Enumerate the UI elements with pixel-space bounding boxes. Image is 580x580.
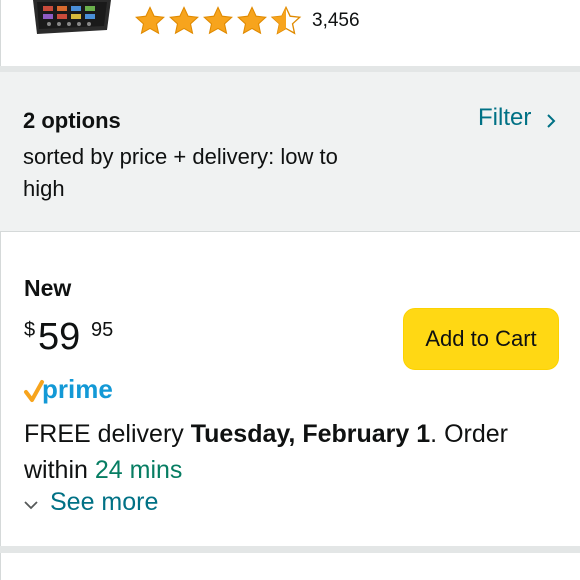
star-rating[interactable] bbox=[134, 5, 304, 37]
prime-label: prime bbox=[42, 374, 113, 404]
offer-condition: New bbox=[24, 275, 72, 301]
delivery-message: FREE delivery Tuesday, February 1. Order… bbox=[24, 416, 554, 488]
price-fraction: 95 bbox=[91, 319, 114, 341]
delivery-date: Tuesday, February 1 bbox=[190, 420, 431, 448]
star-full-icon bbox=[237, 6, 267, 35]
filter-link[interactable]: Filter bbox=[478, 104, 531, 132]
product-header: 3,456 bbox=[0, 0, 580, 66]
chevron-right-icon[interactable] bbox=[545, 112, 557, 135]
offer-listing-page: 3,456 2 options sorted by price + delive… bbox=[0, 0, 580, 580]
see-more-label[interactable]: See more bbox=[50, 488, 158, 517]
delivery-prefix: FREE delivery bbox=[24, 420, 191, 448]
options-count: 2 options bbox=[23, 108, 121, 133]
next-section bbox=[0, 553, 580, 580]
delivery-countdown: 24 mins bbox=[94, 456, 183, 484]
star-full-icon bbox=[135, 6, 165, 35]
sort-description: sorted by price + delivery: low to high bbox=[23, 144, 338, 201]
options-panel: 2 options sorted by price + delivery: lo… bbox=[0, 72, 580, 232]
add-to-cart-button[interactable]: Add to Cart bbox=[403, 308, 559, 370]
star-full-icon bbox=[169, 6, 199, 35]
rating-count[interactable]: 3,456 bbox=[312, 10, 360, 32]
offer-card: New $ 59 95 Add to Cart prime FREE deliv… bbox=[0, 232, 580, 546]
chevron-down-icon bbox=[23, 498, 39, 516]
star-full-icon bbox=[203, 6, 233, 35]
product-thumbnail[interactable] bbox=[27, 0, 117, 34]
price-whole: 59 bbox=[38, 316, 81, 358]
star-half-icon bbox=[270, 5, 302, 35]
section-divider bbox=[0, 546, 580, 553]
price-currency: $ bbox=[24, 319, 36, 341]
